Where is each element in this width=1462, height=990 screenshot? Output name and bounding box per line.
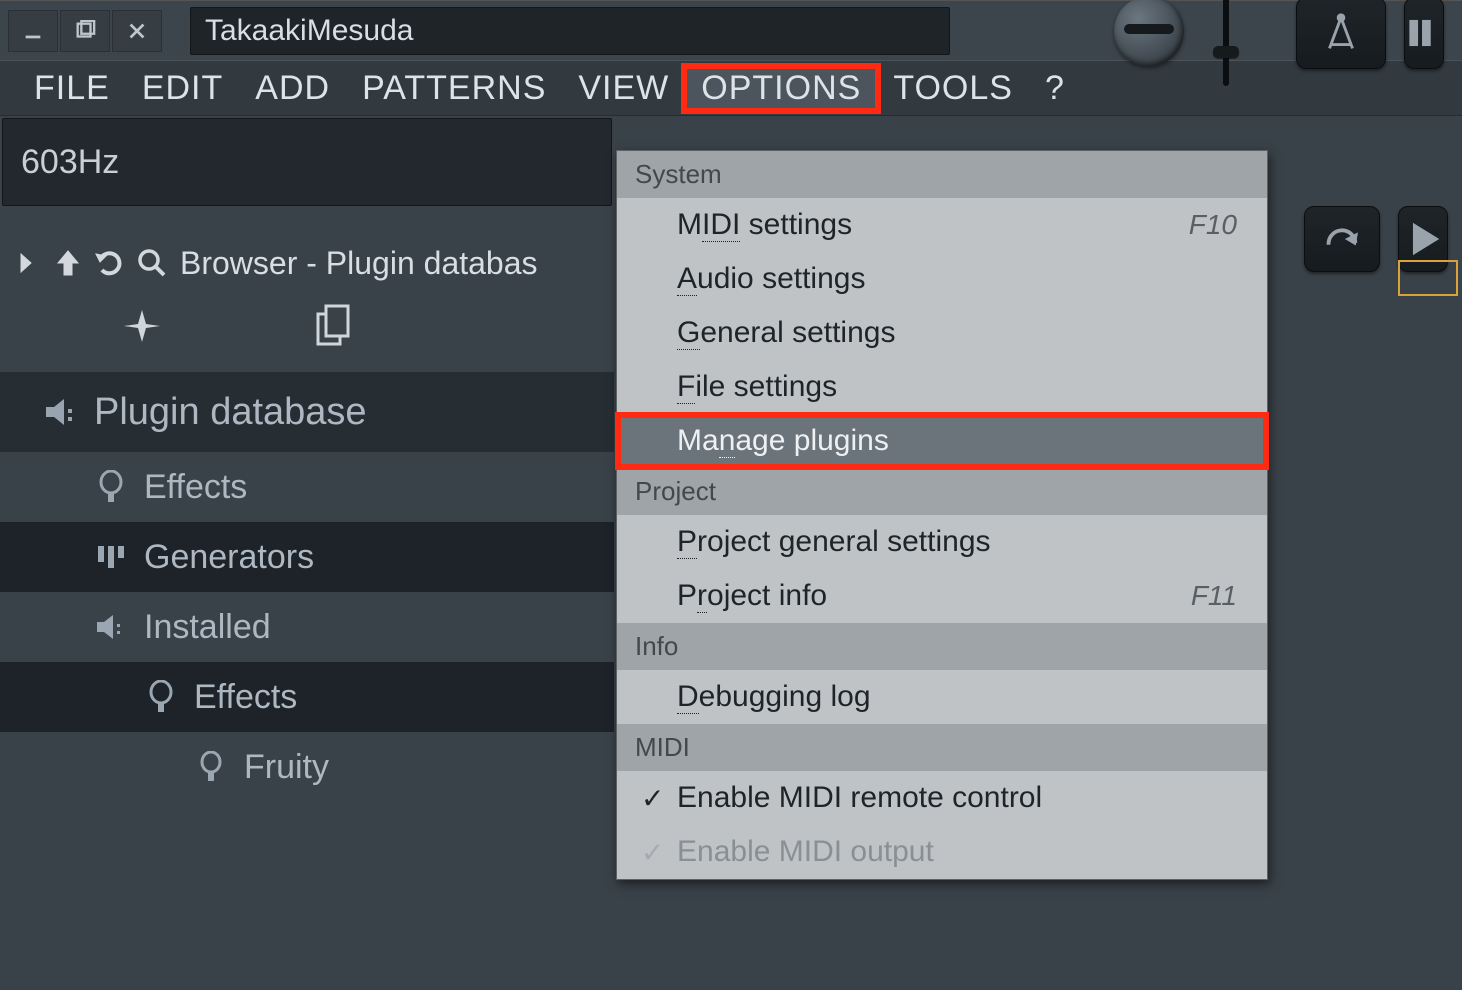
search-icon[interactable] [134,245,170,281]
generator-icon [90,544,132,570]
minimize-button[interactable] [8,10,58,52]
speaker-icon [90,613,132,641]
menu-view[interactable]: VIEW [562,67,685,110]
dropdown-section-system: System [617,151,1267,198]
hint-bar: 603Hz [2,118,612,206]
menu-general-settings[interactable]: General settings [617,306,1267,360]
tree-effects[interactable]: Effects [0,452,614,522]
speaker-icon [40,397,82,427]
check-icon: ✓ [641,836,664,869]
master-volume-slider[interactable] [1214,0,1238,86]
maximize-button[interactable] [60,10,110,52]
metronome-button[interactable] [1296,0,1386,69]
menu-file[interactable]: FILE [18,67,126,110]
menu-debugging-log[interactable]: Debugging log [617,670,1267,724]
tree-label: Effects [194,678,297,717]
menu-audio-settings[interactable]: Audio settings [617,252,1267,306]
redo-button[interactable] [1304,206,1380,272]
menu-enable-midi-output[interactable]: ✓ Enable MIDI output [617,825,1267,879]
plugin-icon [190,751,232,783]
shortcut-label: F11 [1191,580,1237,612]
up-arrow-icon[interactable] [50,245,86,281]
menu-manage-plugins[interactable]: Manage plugins [617,414,1267,468]
tree-plugin-database[interactable]: Plugin database [0,372,614,452]
tree-label: Fruity [244,748,329,787]
browser-title: Browser - Plugin databas [180,245,538,282]
tree-installed-effects[interactable]: Effects [0,662,614,732]
tree-installed[interactable]: Installed [0,592,614,662]
menu-project-info[interactable]: Project info F11 [617,569,1267,623]
menu-tools[interactable]: TOOLS [877,67,1029,110]
master-pitch-knob[interactable] [1114,0,1184,66]
menu-file-settings[interactable]: File settings [617,360,1267,414]
play-button[interactable] [1398,206,1448,272]
project-title-input[interactable]: TakaakiMesuda [190,7,950,55]
titlebar: TakaakiMesuda [0,0,1462,60]
tree-generators[interactable]: Generators [0,522,614,592]
undo-icon[interactable] [92,245,128,281]
dropdown-section-midi: MIDI [617,724,1267,771]
menu-help[interactable]: ? [1029,67,1081,110]
tree-label: Installed [144,608,271,647]
menu-project-general-settings[interactable]: Project general settings [617,515,1267,569]
dropdown-section-info: Info [617,623,1267,670]
copy-icon[interactable] [314,304,354,353]
shortcut-label: F10 [1189,209,1237,241]
close-button[interactable] [112,10,162,52]
menu-midi-settings[interactable]: MIDI settings F10 [617,198,1267,252]
wait-input-button[interactable] [1404,0,1444,69]
browser-tree: Plugin database Effects Generators Insta… [0,358,614,802]
menu-patterns[interactable]: PATTERNS [346,67,562,110]
menu-enable-midi-remote[interactable]: ✓ Enable MIDI remote control [617,771,1267,825]
tree-fruity[interactable]: Fruity [0,732,614,802]
menu-add[interactable]: ADD [239,67,346,110]
browser-header: Browser - Plugin databas [0,228,614,298]
collapse-icon[interactable] [8,245,44,281]
sparkle-icon[interactable] [120,308,164,349]
tree-label: Plugin database [94,391,367,434]
menu-options[interactable]: OPTIONS [685,67,877,110]
check-icon: ✓ [641,782,664,815]
dropdown-section-project: Project [617,468,1267,515]
tree-label: Effects [144,468,247,507]
options-dropdown: System MIDI settings F10 Audio settings … [616,150,1268,880]
tree-label: Generators [144,538,314,577]
window-controls [0,10,170,52]
plugin-icon [90,470,132,504]
plugin-icon [140,680,182,714]
menu-edit[interactable]: EDIT [126,67,239,110]
browser-sub-toolbar [0,298,614,358]
